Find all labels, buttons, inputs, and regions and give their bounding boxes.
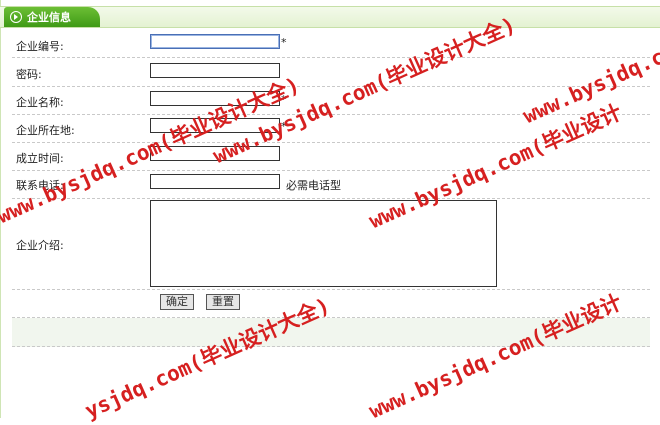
reset-button[interactable]: 重置	[206, 294, 240, 310]
form-row-phone: 联系电话: 必需电话型	[12, 171, 650, 199]
intro-textarea[interactable]	[150, 200, 497, 287]
location-input[interactable]	[150, 118, 280, 133]
company-id-label: 企业编号:	[16, 40, 64, 53]
form-row-company-id: 企业编号: *	[12, 31, 650, 58]
required-mark: *	[281, 93, 287, 106]
confirm-button[interactable]: 确定	[160, 294, 194, 310]
password-label: 密码:	[16, 68, 42, 81]
phone-label: 联系电话:	[16, 179, 64, 192]
company-id-input[interactable]	[150, 34, 280, 49]
form-row-intro: 企业介绍:	[12, 199, 650, 290]
form-footer	[12, 318, 650, 347]
phone-hint: 必需电话型	[286, 179, 341, 192]
company-name-label: 企业名称:	[16, 96, 64, 109]
company-name-input[interactable]	[150, 91, 280, 106]
founded-label: 成立时间:	[16, 152, 64, 165]
phone-input[interactable]	[150, 174, 280, 189]
form-row-company-name: 企业名称: *	[12, 87, 650, 115]
intro-label: 企业介绍:	[16, 239, 64, 252]
form-row-location: 企业所在地: *	[12, 115, 650, 143]
form-row-founded: 成立时间:	[12, 143, 650, 171]
required-mark: *	[281, 36, 287, 49]
founded-input[interactable]	[150, 146, 280, 161]
password-input[interactable]	[150, 63, 280, 78]
panel-tab: 企业信息	[4, 7, 100, 27]
location-label: 企业所在地:	[16, 124, 75, 137]
form-row-password: 密码:	[12, 58, 650, 87]
panel-title: 企业信息	[27, 11, 71, 24]
required-mark: *	[281, 120, 287, 133]
play-circle-icon	[10, 11, 22, 23]
form-row-actions: 确定 重置	[12, 290, 650, 318]
